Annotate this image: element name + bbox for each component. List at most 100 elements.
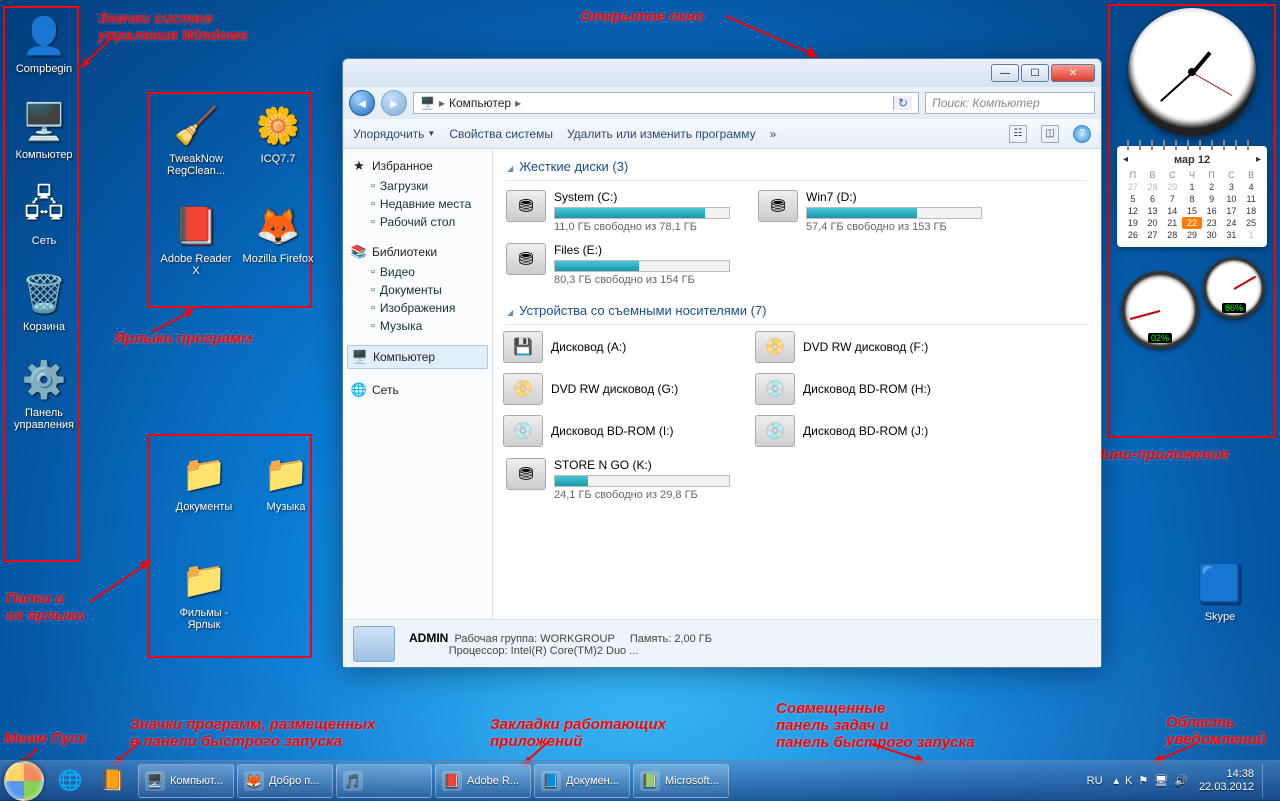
search-input[interactable]: Поиск: Компьютер [925, 92, 1095, 114]
start-button[interactable] [4, 761, 44, 801]
nav-item[interactable]: ▫Рабочий стол [347, 213, 488, 231]
cal-prev[interactable]: ◂ [1123, 154, 1128, 165]
category-removable[interactable]: Устройства со съемными носителями (7) [503, 297, 1091, 325]
tray-icon[interactable]: ▴ [1114, 775, 1120, 787]
drive-item[interactable]: ⛃Win7 (D:)57,4 ГБ свободно из 153 ГБ [755, 187, 985, 236]
taskbar-task[interactable]: 🎵 [336, 764, 432, 798]
anno-system-icons: Значки систем упраления Windows [98, 10, 248, 44]
star-icon: ★ [351, 158, 367, 174]
gadgets-panel: ◂мар 12▸ ПВСЧПСВ272829123456789101112131… [1110, 8, 1274, 347]
category-hdd[interactable]: Жесткие диски (3) [503, 153, 1091, 181]
desktop-folder-Музыка[interactable]: 📁Музыка [248, 450, 324, 513]
desktop-folder-Документы[interactable]: 📁Документы [166, 450, 242, 513]
anno-quick: Значки программ, размещенных в панели бы… [130, 716, 375, 750]
device-item[interactable]: 📀DVD RW дисковод (F:) [755, 331, 985, 363]
desktop-folder-Фильмы - Ярлык[interactable]: 📁Фильмы - Ярлык [166, 556, 242, 631]
window-titlebar[interactable]: — ☐ ✕ [343, 59, 1101, 87]
nav-item[interactable]: ▫Загрузки [347, 177, 488, 195]
toolbar-more[interactable]: » [770, 127, 777, 141]
view-options-icon[interactable]: ☷ [1009, 125, 1027, 143]
libraries-icon: 📚 [351, 244, 367, 260]
close-button[interactable]: ✕ [1051, 64, 1095, 82]
desktop-icon-Корзина[interactable]: 🗑️Корзина [6, 270, 82, 333]
desktop-icon-TweakNow RegClean...[interactable]: 🧹TweakNow RegClean... [158, 102, 234, 177]
tray-date[interactable]: 22.03.2012 [1199, 781, 1254, 794]
drive-icon: 💿 [755, 373, 795, 405]
nav-item[interactable]: ▫Изображения [347, 299, 488, 317]
nav-libraries[interactable]: 📚Библиотеки [347, 241, 488, 263]
hdd-icon: ⛃ [506, 190, 546, 222]
organize-menu[interactable]: Упорядочить ▼ [353, 127, 435, 141]
nav-item[interactable]: ▫Недавние места [347, 195, 488, 213]
address-bar[interactable]: 🖥️ ▸ Компьютер ▸ ↻ [413, 92, 919, 114]
nav-item[interactable]: ▫Видео [347, 263, 488, 281]
explorer-content: Жесткие диски (3) ⛃System (C:)11,0 ГБ св… [493, 149, 1101, 619]
refresh-icon[interactable]: ↻ [893, 96, 912, 110]
tray-icon[interactable]: 🔊 [1174, 775, 1188, 787]
nav-item[interactable]: ▫Документы [347, 281, 488, 299]
desktop-icon-ICQ7.7[interactable]: 🌼ICQ7.7 [240, 102, 316, 165]
cpu-meter-gadget[interactable]: 02% 86% [1117, 257, 1267, 347]
anno-shortcuts: Ярлыки программ [114, 330, 252, 347]
nav-network[interactable]: 🌐Сеть [347, 379, 488, 401]
maximize-button[interactable]: ☐ [1021, 64, 1049, 82]
taskbar-task[interactable]: 🖥️Компьют... [138, 764, 234, 798]
clock-gadget[interactable] [1128, 8, 1256, 136]
device-item[interactable]: 💾Дисковод (A:) [503, 331, 733, 363]
device-item[interactable]: 📀DVD RW дисковод (G:) [503, 373, 733, 405]
computer-icon: 🖥️ [420, 96, 435, 110]
desktop-icon-Компьютер[interactable]: 🖥️Компьютер [6, 98, 82, 161]
desktop-icon-Сеть[interactable]: 🖧Сеть [6, 184, 82, 247]
tray-time[interactable]: 14:38 [1199, 768, 1254, 781]
device-item[interactable]: 💿Дисковод BD-ROM (J:) [755, 415, 985, 447]
nav-back-button[interactable]: ◄ [349, 90, 375, 116]
drive-icon: 💿 [755, 415, 795, 447]
anno-open-window: Открытое окно [580, 8, 704, 25]
nav-item[interactable]: ▫Музыка [347, 317, 488, 335]
breadcrumb[interactable]: Компьютер [449, 96, 511, 110]
drive-icon: 📀 [755, 331, 795, 363]
preview-pane-icon[interactable]: ◫ [1041, 125, 1059, 143]
tray-icon[interactable]: ⚑ [1138, 775, 1148, 787]
uninstall-button[interactable]: Удалить или изменить программу [567, 127, 756, 141]
system-tray: RU ▴ K ⚑ 🖥 🔊 14:38 22.03.2012 [1087, 764, 1276, 798]
desktop-icon-Adobe Reader X[interactable]: 📕Adobe Reader X [158, 202, 234, 277]
show-desktop-button[interactable] [1262, 764, 1270, 798]
lang-indicator[interactable]: RU [1087, 775, 1103, 787]
quicklaunch-item[interactable]: 📙 [92, 764, 132, 798]
drive-item[interactable]: ⛃STORE N GO (K:)24,1 ГБ свободно из 29,8… [503, 455, 733, 504]
nav-forward-button[interactable]: ► [381, 90, 407, 116]
taskbar-task[interactable]: 🦊Добро п... [237, 764, 333, 798]
help-icon[interactable]: ? [1073, 125, 1091, 143]
network-icon: 🌐 [351, 382, 367, 398]
desktop-icon-Compbegin[interactable]: 👤Compbegin [6, 12, 82, 75]
explorer-nav-pane: ★Избранное ▫Загрузки▫Недавние места▫Рабо… [343, 149, 493, 619]
minimize-button[interactable]: — [991, 64, 1019, 82]
device-item[interactable]: 💿Дисковод BD-ROM (H:) [755, 373, 985, 405]
drive-item[interactable]: ⛃Files (E:)80,3 ГБ свободно из 154 ГБ [503, 240, 733, 289]
taskbar-task[interactable]: 📕Adobe R... [435, 764, 531, 798]
quicklaunch-item[interactable]: 🌐 [50, 764, 90, 798]
tray-icon[interactable]: K [1125, 775, 1132, 787]
taskbar-task[interactable]: 📗Microsoft... [633, 764, 729, 798]
drive-item[interactable]: ⛃System (C:)11,0 ГБ свободно из 78,1 ГБ [503, 187, 733, 236]
anno-taskbar: Совмещенные панель задач и панель быстро… [776, 700, 975, 751]
device-item[interactable]: 💿Дисковод BD-ROM (I:) [503, 415, 733, 447]
anno-gadgets: Мини-приложения [1092, 446, 1229, 463]
hdd-icon: ⛃ [506, 243, 546, 275]
taskbar: 🌐📙 🖥️Компьют...🦊Добро п...🎵📕Adobe R...📘Д… [0, 760, 1280, 800]
cal-next[interactable]: ▸ [1256, 154, 1261, 165]
system-properties-button[interactable]: Свойства системы [449, 127, 553, 141]
anno-tabs: Закладки работающих приложений [490, 716, 666, 750]
computer-large-icon [353, 626, 395, 662]
usb-icon: ⛃ [506, 458, 546, 490]
desktop-icon-Mozilla Firefox[interactable]: 🦊Mozilla Firefox [240, 202, 316, 265]
nav-favorites[interactable]: ★Избранное [347, 155, 488, 177]
drive-icon: 💿 [503, 415, 543, 447]
nav-computer[interactable]: 🖥️Компьютер [347, 345, 488, 369]
calendar-gadget[interactable]: ◂мар 12▸ ПВСЧПСВ272829123456789101112131… [1117, 146, 1267, 247]
taskbar-task[interactable]: 📘Докумен... [534, 764, 630, 798]
tray-icon[interactable]: 🖥 [1154, 775, 1168, 787]
desktop-icon-Панель управления[interactable]: ⚙️Панель управления [6, 356, 82, 431]
desktop-icon-skype[interactable]: 🟦 Skype [1182, 560, 1258, 623]
